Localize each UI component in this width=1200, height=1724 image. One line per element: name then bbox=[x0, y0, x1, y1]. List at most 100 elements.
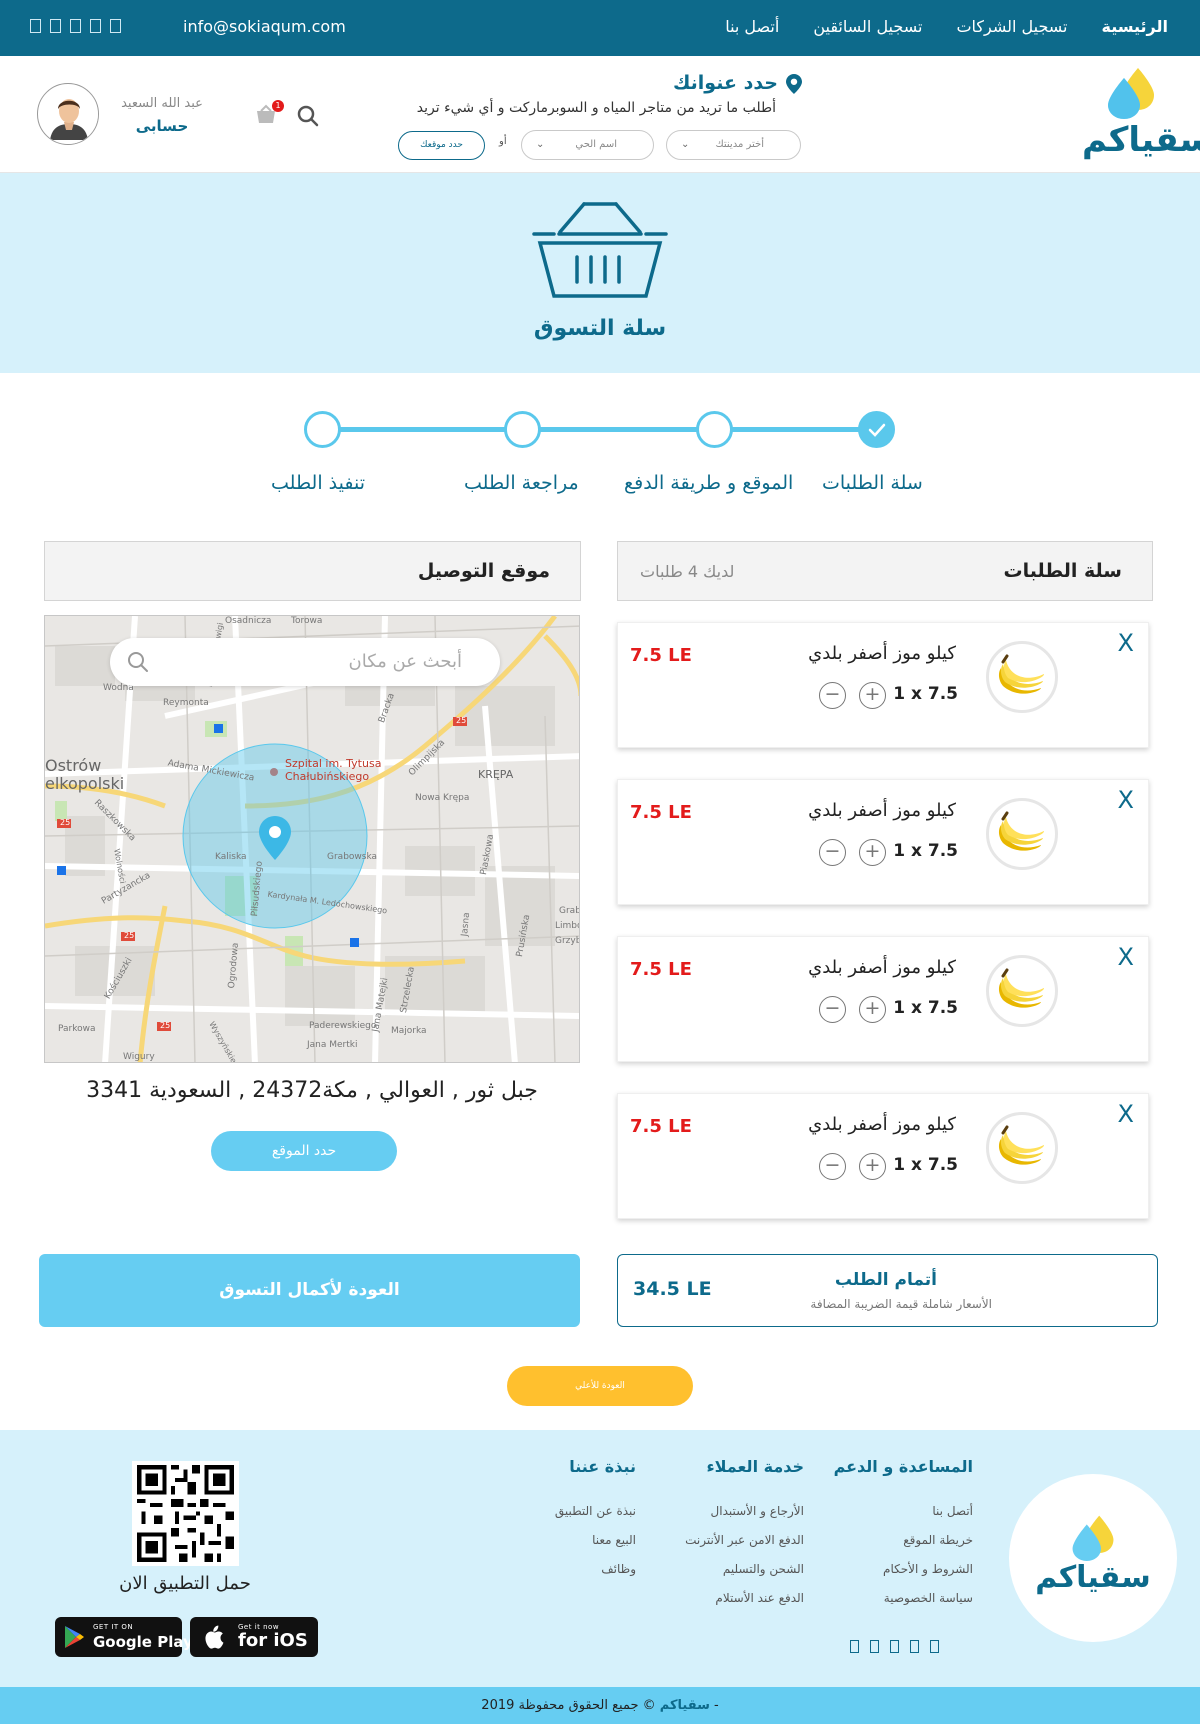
product-name: كيلو موز أصفر بلدي bbox=[808, 1114, 956, 1135]
avatar-image bbox=[40, 86, 98, 144]
facebook-icon[interactable] bbox=[30, 19, 41, 33]
logo[interactable]: سقياكم bbox=[1082, 64, 1200, 168]
google-play-button[interactable]: GET IT ON Google Play bbox=[55, 1617, 193, 1657]
product-quantity: 1 x 7.5 bbox=[893, 841, 958, 861]
product-image bbox=[986, 955, 1058, 1027]
nav-company-registration[interactable]: تسجيل الشركات bbox=[956, 17, 1067, 36]
qr-code-icon bbox=[133, 1461, 238, 1566]
decrease-quantity-button[interactable]: − bbox=[819, 996, 846, 1023]
footer-column-support: المساعدة و الدعم أتصل بنا خريطة الموقع ا… bbox=[834, 1457, 973, 1620]
cart-item: X كيلو موز أصفر بلدي 1 x 7.5 + − 7.5 LE bbox=[617, 622, 1149, 748]
instagram-icon[interactable] bbox=[890, 1640, 899, 1653]
footer-social-links bbox=[850, 1640, 939, 1653]
footer-logo[interactable]: سقياكم bbox=[1009, 1474, 1177, 1642]
footer-logo-text: سقياكم bbox=[1035, 1560, 1151, 1595]
map-label: Osadnicza bbox=[225, 616, 272, 626]
twitter-icon[interactable] bbox=[870, 1640, 879, 1653]
account-link[interactable]: حسابى bbox=[112, 117, 212, 135]
instagram-icon[interactable] bbox=[70, 19, 81, 33]
copyright-year: 2019 bbox=[481, 1698, 515, 1713]
address-subtitle: أطلب ما تريد من متاجر المياه و السوبرمار… bbox=[416, 100, 776, 116]
checkout-tax-note: الأسعار شاملة قيمة الضريبة المضافة bbox=[810, 1297, 992, 1311]
youtube-icon[interactable] bbox=[90, 19, 101, 33]
step-3-label: مراجعة الطلب bbox=[464, 472, 579, 494]
cart-title: سلة الطلبات bbox=[1003, 560, 1122, 582]
checkout-button[interactable]: أتمام الطلب الأسعار شاملة قيمة الضريبة ا… bbox=[617, 1254, 1158, 1327]
product-name: كيلو موز أصفر بلدي bbox=[808, 643, 956, 664]
footer-link[interactable]: الدفع الامن عبر الأنترنت bbox=[685, 1533, 804, 1547]
map-label: Nowa Krępa bbox=[415, 793, 470, 803]
product-image bbox=[986, 798, 1058, 870]
increase-quantity-button[interactable]: + bbox=[859, 839, 886, 866]
linkedin-icon[interactable] bbox=[110, 19, 121, 33]
linkedin-icon[interactable] bbox=[930, 1640, 939, 1653]
locate-me-button[interactable]: حدد موقعك bbox=[398, 131, 485, 160]
footer-link[interactable]: البيع معنا bbox=[555, 1533, 636, 1547]
city-select-value: أختر مدينتك bbox=[715, 139, 764, 150]
map-label: KRĘPA bbox=[478, 768, 514, 781]
set-location-button[interactable]: حدد الموقع bbox=[211, 1131, 397, 1171]
twitter-icon[interactable] bbox=[50, 19, 61, 33]
step-2-label: الموقع و طريقة الدفع bbox=[624, 472, 794, 494]
decrease-quantity-button[interactable]: − bbox=[819, 1153, 846, 1180]
map-label: Parkowa bbox=[58, 1024, 96, 1034]
nav-contact-us[interactable]: أتصل بنا bbox=[725, 17, 779, 36]
footer-link[interactable]: خريطة الموقع bbox=[834, 1533, 973, 1547]
map-label: Wigury bbox=[123, 1052, 155, 1062]
logo-text: سقياكم bbox=[1082, 120, 1200, 160]
search-icon[interactable] bbox=[297, 105, 319, 127]
contact-email[interactable]: info@sokiaqum.com bbox=[183, 17, 346, 36]
footer-link[interactable]: الدفع عند الأستلام bbox=[685, 1591, 804, 1605]
app-store-button[interactable]: Get it now for iOS bbox=[190, 1617, 318, 1657]
water-drops-icon bbox=[1072, 1515, 1114, 1561]
continue-shopping-button[interactable]: العودة لأكمال التسوق bbox=[39, 1254, 580, 1327]
youtube-icon[interactable] bbox=[910, 1640, 919, 1653]
increase-quantity-button[interactable]: + bbox=[859, 682, 886, 709]
cart-item: X كيلو موز أصفر بلدي 1 x 7.5 + − 7.5 LE bbox=[617, 936, 1149, 1062]
remove-item-button[interactable]: X bbox=[1118, 629, 1134, 657]
main-nav: الرئيسية تسجيل الشركات تسجيل السائقين أت… bbox=[725, 17, 1168, 36]
cart-count: لديك 4 طلبات bbox=[640, 562, 735, 581]
footer-link[interactable]: الشحن والتسليم bbox=[685, 1562, 804, 1576]
map-search-input[interactable]: أبحث عن مكان bbox=[110, 638, 500, 686]
footer-column-title: المساعدة و الدعم bbox=[833, 1457, 973, 1476]
page-title: سلة التسوق bbox=[533, 316, 667, 341]
apple-icon bbox=[205, 1625, 224, 1649]
cart-item: X كيلو موز أصفر بلدي 1 x 7.5 + − 7.5 LE bbox=[617, 1093, 1149, 1219]
footer-link[interactable]: أتصل بنا bbox=[834, 1504, 973, 1518]
footer-link[interactable]: وظائف bbox=[555, 1562, 636, 1576]
map-label: Szpital im. Tytusa bbox=[285, 757, 382, 770]
map-label: Grzyb bbox=[555, 936, 580, 946]
avatar[interactable] bbox=[37, 83, 99, 145]
remove-item-button[interactable]: X bbox=[1118, 943, 1134, 971]
cart-badge: 1 bbox=[272, 100, 284, 112]
decrease-quantity-button[interactable]: − bbox=[819, 839, 846, 866]
search-icon bbox=[128, 652, 148, 672]
site-header: سقياكم حدد عنوانك أطلب ما تريد من متاجر … bbox=[0, 56, 1200, 173]
footer-link[interactable]: الأرجاع و الأستبدال bbox=[685, 1504, 804, 1518]
facebook-icon[interactable] bbox=[850, 1640, 859, 1653]
footer-link[interactable]: سياسة الخصوصية bbox=[834, 1591, 973, 1605]
page-hero: سلة التسوق bbox=[0, 173, 1200, 373]
footer-link[interactable]: الشروط و الأحكام bbox=[834, 1562, 973, 1576]
delivery-map[interactable]: Osadnicza Torowa Wodna Reymonta Królowej… bbox=[44, 615, 580, 1063]
product-quantity: 1 x 7.5 bbox=[893, 684, 958, 704]
map-label: Reymonta bbox=[163, 698, 209, 708]
order-total: 34.5 LE bbox=[633, 1278, 712, 1300]
remove-item-button[interactable]: X bbox=[1118, 1100, 1134, 1128]
back-to-top-button[interactable]: العودة للأعلي bbox=[507, 1366, 693, 1406]
district-select[interactable]: اسم الحي ⌄ bbox=[521, 130, 654, 160]
increase-quantity-button[interactable]: + bbox=[859, 1153, 886, 1180]
map-label: Torowa bbox=[291, 616, 323, 626]
nav-home[interactable]: الرئيسية bbox=[1102, 17, 1169, 36]
banana-icon bbox=[998, 968, 1045, 1008]
map-route-label: 25 bbox=[124, 931, 135, 940]
shopping-basket-icon bbox=[532, 202, 668, 298]
remove-item-button[interactable]: X bbox=[1118, 786, 1134, 814]
city-select[interactable]: أختر مدينتك ⌄ bbox=[666, 130, 801, 160]
increase-quantity-button[interactable]: + bbox=[859, 996, 886, 1023]
footer-link[interactable]: نبذة عن التطبيق bbox=[555, 1504, 636, 1518]
map-pin-icon[interactable] bbox=[259, 816, 291, 860]
decrease-quantity-button[interactable]: − bbox=[819, 682, 846, 709]
nav-driver-registration[interactable]: تسجيل السائقين bbox=[813, 17, 922, 36]
